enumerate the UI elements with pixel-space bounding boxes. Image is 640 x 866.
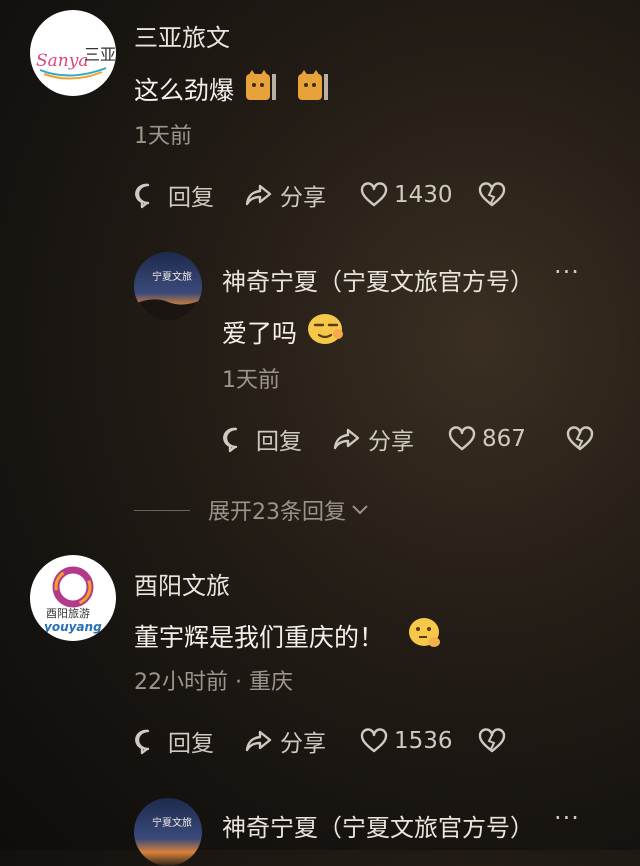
smirk-emoji — [307, 312, 345, 352]
reply-button[interactable]: 回复 — [134, 178, 244, 212]
comment-actions: 回复 分享 1430 — [134, 178, 506, 212]
avatar-logo-text: Sanya — [36, 51, 88, 71]
more-options-button[interactable]: ··· — [554, 258, 580, 286]
avatar-logo-text-en: youyang — [44, 620, 102, 634]
chevron-down-icon — [352, 505, 368, 515]
avatar-logo-text: 宁夏文旅 — [152, 816, 192, 829]
heart-icon — [448, 426, 476, 451]
avatar-ningxia[interactable]: 宁夏文旅 — [134, 252, 202, 320]
share-button[interactable]: 分享 — [332, 422, 448, 456]
comment-actions: 回复 分享 1536 — [134, 724, 506, 758]
reply-time: 1天前 — [222, 368, 280, 393]
broken-heart-icon — [478, 182, 506, 207]
share-button[interactable]: 分享 — [244, 724, 360, 758]
dislike-button[interactable] — [566, 426, 594, 452]
share-icon — [245, 184, 272, 206]
expand-replies-label: 展开23条回复 — [208, 500, 346, 525]
reply-icon — [135, 183, 150, 209]
expand-replies-button[interactable]: 展开23条回复 — [134, 494, 370, 526]
divider-line — [134, 509, 190, 511]
comment-time: 22小时前 · 重庆 — [134, 670, 293, 695]
dislike-button[interactable] — [478, 728, 506, 754]
share-icon — [245, 730, 272, 752]
reply-button[interactable]: 回复 — [222, 422, 332, 456]
like-button[interactable]: 1536 — [360, 728, 478, 754]
reply-button[interactable]: 回复 — [134, 724, 244, 758]
avatar-logo-text: 宁夏文旅 — [152, 270, 192, 283]
comment-author[interactable]: 酉阳文旅 — [134, 566, 230, 601]
share-icon — [333, 428, 360, 450]
reply-author[interactable]: 神奇宁夏（宁夏文旅官方号） — [222, 262, 534, 297]
avatar-youyang[interactable]: 酉阳旅游 youyang — [30, 555, 116, 641]
comment-author[interactable]: 三亚旅文 — [134, 18, 230, 53]
more-options-button[interactable]: ··· — [554, 804, 580, 832]
comment-text: 董宇辉是我们重庆的！ — [134, 616, 442, 656]
reply-text: 爱了吗 — [222, 312, 345, 352]
thinking-emoji — [406, 616, 442, 656]
broken-heart-icon — [566, 426, 594, 451]
dislike-button[interactable] — [478, 182, 506, 208]
cat-emoji — [296, 70, 332, 108]
reply-icon — [223, 427, 238, 453]
comment-time: 1天前 — [134, 124, 192, 149]
avatar-sanya[interactable]: Sanya 三亚 — [30, 10, 116, 96]
avatar-logo-text: 酉阳旅游 — [46, 606, 90, 620]
like-button[interactable]: 1430 — [360, 182, 478, 208]
cat-emoji — [244, 70, 280, 108]
reply-actions: 回复 分享 867 — [222, 422, 594, 456]
avatar-logo-text-cn: 三亚 — [84, 45, 116, 64]
broken-heart-icon — [478, 728, 506, 753]
comment-text: 这么劲爆 — [134, 70, 332, 108]
heart-icon — [360, 182, 388, 207]
share-button[interactable]: 分享 — [244, 178, 360, 212]
reply-icon — [135, 729, 150, 755]
like-button[interactable]: 867 — [448, 426, 566, 452]
avatar-ningxia[interactable]: 宁夏文旅 — [134, 798, 202, 866]
heart-icon — [360, 728, 388, 753]
reply-author[interactable]: 神奇宁夏（宁夏文旅官方号） — [222, 808, 534, 843]
